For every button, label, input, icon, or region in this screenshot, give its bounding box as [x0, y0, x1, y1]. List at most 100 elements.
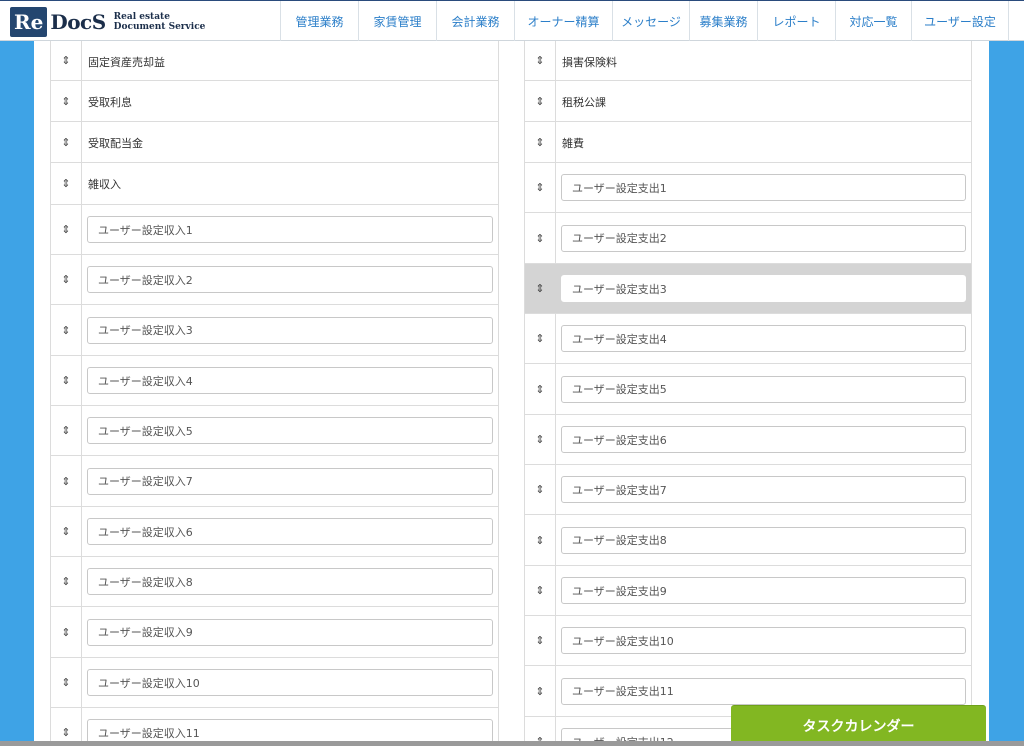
redocs-logo[interactable]: Re DocS Real estate Document Service: [10, 6, 205, 38]
drag-handle-icon[interactable]: ⇕: [525, 122, 556, 162]
main-nav: 管理業務 家賃管理 会計業務 オーナー精算 メッセージ 募集業務 レポート 対応一覧 ユーザー設…: [280, 1, 1009, 41]
expense-name-input[interactable]: [561, 375, 966, 403]
expense-name-input[interactable]: [561, 275, 966, 302]
drag-handle-icon[interactable]: ⇕: [525, 364, 556, 414]
expense-row[interactable]: ⇕: [525, 163, 971, 213]
income-name-input[interactable]: [87, 568, 493, 595]
expense-row[interactable]: ⇕ 租税公課: [525, 81, 971, 122]
income-row[interactable]: ⇕: [51, 356, 498, 406]
drag-handle-icon[interactable]: ⇕: [51, 163, 82, 204]
expense-name-input[interactable]: [561, 174, 966, 201]
drag-handle-icon[interactable]: ⇕: [51, 456, 82, 506]
income-row[interactable]: ⇕: [51, 255, 498, 305]
expense-name-input[interactable]: [561, 325, 966, 352]
logo-mark: Re: [10, 7, 48, 37]
income-name-input[interactable]: [87, 417, 493, 444]
expense-row[interactable]: ⇕: [525, 515, 971, 566]
drag-handle-icon[interactable]: ⇕: [51, 81, 82, 121]
income-row[interactable]: ⇕: [51, 406, 498, 456]
expense-row[interactable]: ⇕: [525, 465, 971, 515]
income-item-label: 固定資産売却益: [88, 56, 165, 69]
nav-item-5[interactable]: 募集業務: [689, 1, 757, 41]
expense-field-wrap: [556, 526, 971, 554]
expense-field-wrap: [556, 275, 971, 302]
drag-handle-icon[interactable]: ⇕: [525, 415, 556, 464]
expense-row[interactable]: ⇕: [525, 616, 971, 666]
drag-handle-icon[interactable]: ⇕: [51, 305, 82, 355]
drag-handle-icon[interactable]: ⇕: [51, 507, 82, 556]
drag-handle-icon[interactable]: ⇕: [51, 205, 82, 254]
drag-handle-icon[interactable]: ⇕: [51, 557, 82, 606]
expense-row[interactable]: ⇕: [525, 213, 971, 264]
income-name-input[interactable]: [87, 669, 493, 696]
expense-row[interactable]: ⇕: [525, 415, 971, 465]
nav-item-6[interactable]: レポート: [757, 1, 835, 41]
expense-row[interactable]: ⇕ 雑費: [525, 122, 971, 163]
nav-item-8[interactable]: ユーザー設定: [911, 1, 1009, 41]
expense-name-input[interactable]: [561, 426, 966, 453]
task-calendar-button[interactable]: タスクカレンダー: [731, 705, 986, 746]
drag-handle-icon[interactable]: ⇕: [525, 666, 556, 716]
income-row[interactable]: ⇕ 固定資産売却益: [51, 41, 498, 81]
expense-row[interactable]: ⇕: [525, 314, 971, 364]
drag-handle-icon[interactable]: ⇕: [51, 406, 82, 455]
income-name-input[interactable]: [87, 216, 493, 243]
income-row[interactable]: ⇕ 受取配当金: [51, 122, 498, 163]
expense-name-input[interactable]: [561, 224, 966, 252]
drag-handle-icon[interactable]: ⇕: [525, 515, 556, 565]
drag-handle-icon[interactable]: ⇕: [525, 314, 556, 363]
income-row[interactable]: ⇕: [51, 205, 498, 255]
income-row[interactable]: ⇕: [51, 507, 498, 557]
expense-field-wrap: [556, 476, 971, 503]
expense-name-input[interactable]: [561, 476, 966, 503]
income-name-input[interactable]: [87, 618, 493, 646]
drag-handle-icon[interactable]: ⇕: [51, 658, 82, 707]
drag-handle-icon[interactable]: ⇕: [525, 465, 556, 514]
income-name-input[interactable]: [87, 316, 493, 344]
expense-name-input[interactable]: [561, 577, 966, 604]
drag-handle-icon[interactable]: ⇕: [525, 213, 556, 263]
income-name-input[interactable]: [87, 367, 493, 394]
drag-handle-icon[interactable]: ⇕: [525, 81, 556, 121]
income-row[interactable]: ⇕ 受取利息: [51, 81, 498, 122]
expense-name-input[interactable]: [561, 526, 966, 554]
income-field-wrap: [82, 618, 498, 646]
expense-row[interactable]: ⇕: [525, 566, 971, 616]
nav-item-1[interactable]: 家賃管理: [358, 1, 436, 41]
income-name-input[interactable]: [87, 518, 493, 545]
drag-handle-icon[interactable]: ⇕: [525, 163, 556, 212]
income-item-label: 雑収入: [88, 178, 121, 191]
expense-row[interactable]: ⇕: [525, 264, 971, 314]
nav-item-2[interactable]: 会計業務: [436, 1, 514, 41]
nav-item-3[interactable]: オーナー精算: [514, 1, 612, 41]
income-item-label: 受取利息: [88, 96, 132, 109]
income-name-input[interactable]: [87, 467, 493, 495]
income-row[interactable]: ⇕: [51, 305, 498, 356]
income-row[interactable]: ⇕: [51, 607, 498, 658]
nav-item-0[interactable]: 管理業務: [280, 1, 358, 41]
drag-handle-icon[interactable]: ⇕: [51, 356, 82, 405]
drag-handle-icon[interactable]: ⇕: [525, 616, 556, 665]
income-row[interactable]: ⇕ 雑収入: [51, 163, 498, 205]
expense-row[interactable]: ⇕: [525, 364, 971, 415]
top-header: Re DocS Real estate Document Service 管理業…: [0, 0, 1024, 41]
nav-item-4[interactable]: メッセージ: [612, 1, 689, 41]
drag-handle-icon[interactable]: ⇕: [525, 41, 556, 80]
nav-item-7[interactable]: 対応一覧: [835, 1, 911, 41]
expense-name-input[interactable]: [561, 627, 966, 654]
drag-handle-icon[interactable]: ⇕: [525, 264, 556, 313]
income-row[interactable]: ⇕: [51, 456, 498, 507]
income-name-input[interactable]: [87, 266, 493, 293]
expense-row[interactable]: ⇕ 損害保険料: [525, 41, 971, 81]
expense-field-wrap: [556, 375, 971, 403]
expense-item-label: 租税公課: [562, 96, 606, 109]
income-row[interactable]: ⇕: [51, 557, 498, 607]
drag-handle-icon[interactable]: ⇕: [525, 566, 556, 615]
income-row[interactable]: ⇕: [51, 658, 498, 708]
expense-item-label: 雑費: [562, 137, 584, 150]
drag-handle-icon[interactable]: ⇕: [51, 41, 82, 80]
drag-handle-icon[interactable]: ⇕: [51, 607, 82, 657]
drag-handle-icon[interactable]: ⇕: [51, 122, 82, 162]
drag-handle-icon[interactable]: ⇕: [51, 255, 82, 304]
expense-name-input[interactable]: [561, 677, 966, 705]
